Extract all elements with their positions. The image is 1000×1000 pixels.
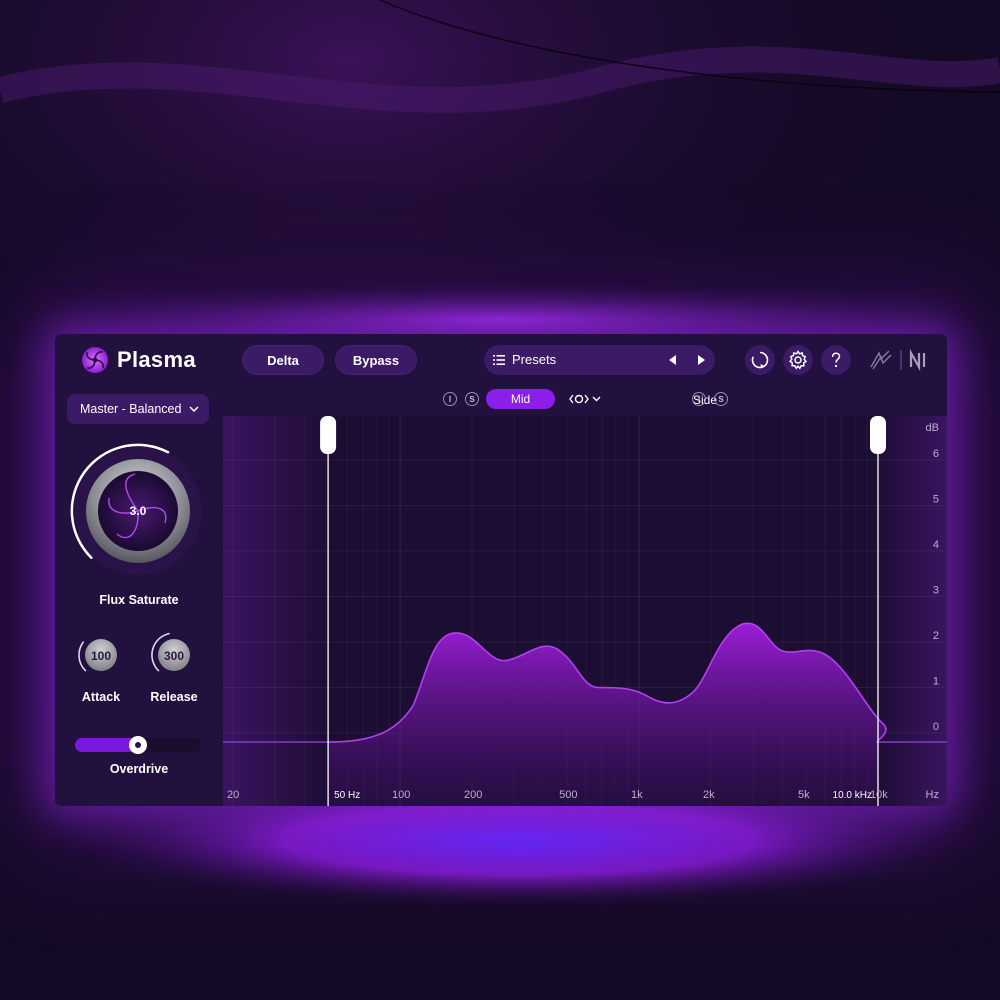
db-tick-label: 4 bbox=[933, 539, 939, 551]
previous-preset-icon[interactable] bbox=[666, 353, 680, 367]
mid-mute-button[interactable]: I bbox=[443, 392, 457, 406]
overdrive-slider[interactable] bbox=[75, 736, 201, 754]
mode-select[interactable]: Master - Balanced bbox=[67, 394, 209, 424]
mid-solo-button[interactable]: S bbox=[465, 392, 479, 406]
logo: Plasma bbox=[81, 346, 196, 374]
mode-select-value: Master - Balanced bbox=[80, 402, 182, 416]
tab-mid[interactable]: Mid bbox=[486, 389, 555, 409]
overdrive-slider-thumb[interactable] bbox=[129, 736, 147, 754]
hz-unit-label: Hz bbox=[926, 789, 939, 801]
db-tick-label: 6 bbox=[933, 448, 939, 460]
brand-logos-icon bbox=[870, 348, 926, 372]
db-tick-label: 2 bbox=[933, 630, 939, 642]
db-tick-label: 0 bbox=[933, 721, 939, 733]
link-toggle-icon[interactable] bbox=[568, 391, 604, 407]
top-bar: Plasma Delta Bypass Presets bbox=[55, 334, 947, 386]
gear-icon bbox=[788, 350, 808, 370]
list-icon bbox=[493, 355, 505, 365]
next-preset-icon[interactable] bbox=[694, 353, 708, 367]
settings-button[interactable] bbox=[783, 345, 813, 375]
flux-saturate-label: Flux Saturate bbox=[99, 593, 179, 607]
frequency-tick-label: 5k bbox=[798, 789, 810, 801]
frequency-tick-label: 2k bbox=[703, 789, 715, 801]
frequency-tick-label: 1k bbox=[631, 789, 643, 801]
frequency-tick-label: 200 bbox=[464, 789, 482, 801]
delta-button[interactable]: Delta bbox=[242, 345, 324, 375]
presets-bar[interactable]: Presets bbox=[484, 345, 715, 375]
high-cut-region bbox=[878, 416, 947, 806]
low-band-value: 50 Hz bbox=[334, 790, 360, 801]
sidebar: Master - Balanced 3.0 Flux Saturate 100 … bbox=[55, 386, 223, 806]
high-band-value: 10.0 kHz bbox=[833, 790, 872, 801]
frequency-tick-label: 20 bbox=[227, 789, 239, 801]
release-value: 300 bbox=[163, 649, 185, 663]
history-button[interactable] bbox=[745, 345, 775, 375]
release-label: Release bbox=[150, 690, 198, 704]
help-icon bbox=[831, 352, 841, 368]
frequency-tick-label: 500 bbox=[559, 789, 577, 801]
side-mute-button[interactable]: I bbox=[692, 392, 706, 406]
attack-label: Attack bbox=[81, 690, 121, 704]
flux-saturate-value: 3.0 bbox=[129, 504, 147, 518]
overdrive-label: Overdrive bbox=[109, 762, 169, 776]
side-solo-button[interactable]: S bbox=[714, 392, 728, 406]
db-tick-label: 3 bbox=[933, 585, 939, 597]
db-tick-label: 1 bbox=[933, 676, 939, 688]
mid-side-row: I S Mid Side I S bbox=[223, 386, 947, 416]
spectrum-graph[interactable]: dB 6 5 4 3 2 1 0 20 100 200 500 1k 2k 5k 10k Hz 50 Hz… bbox=[223, 416, 947, 806]
plasma-logo-icon bbox=[82, 347, 108, 373]
frequency-tick-label: 100 bbox=[392, 789, 410, 801]
app-title: Plasma bbox=[117, 347, 196, 372]
high-band-handle[interactable] bbox=[870, 416, 886, 454]
frequency-tick-label: 10k bbox=[870, 789, 888, 801]
bypass-button[interactable]: Bypass bbox=[335, 345, 417, 375]
presets-label: Presets bbox=[512, 352, 557, 367]
chevron-down-icon bbox=[189, 406, 199, 413]
db-unit-label: dB bbox=[926, 422, 939, 434]
db-tick-label: 5 bbox=[933, 494, 939, 506]
history-icon bbox=[751, 351, 769, 369]
attack-value: 100 bbox=[90, 649, 112, 663]
plugin-window: Plasma Delta Bypass Presets Master - Bal… bbox=[55, 334, 947, 806]
help-button[interactable] bbox=[821, 345, 851, 375]
low-band-handle[interactable] bbox=[320, 416, 337, 454]
